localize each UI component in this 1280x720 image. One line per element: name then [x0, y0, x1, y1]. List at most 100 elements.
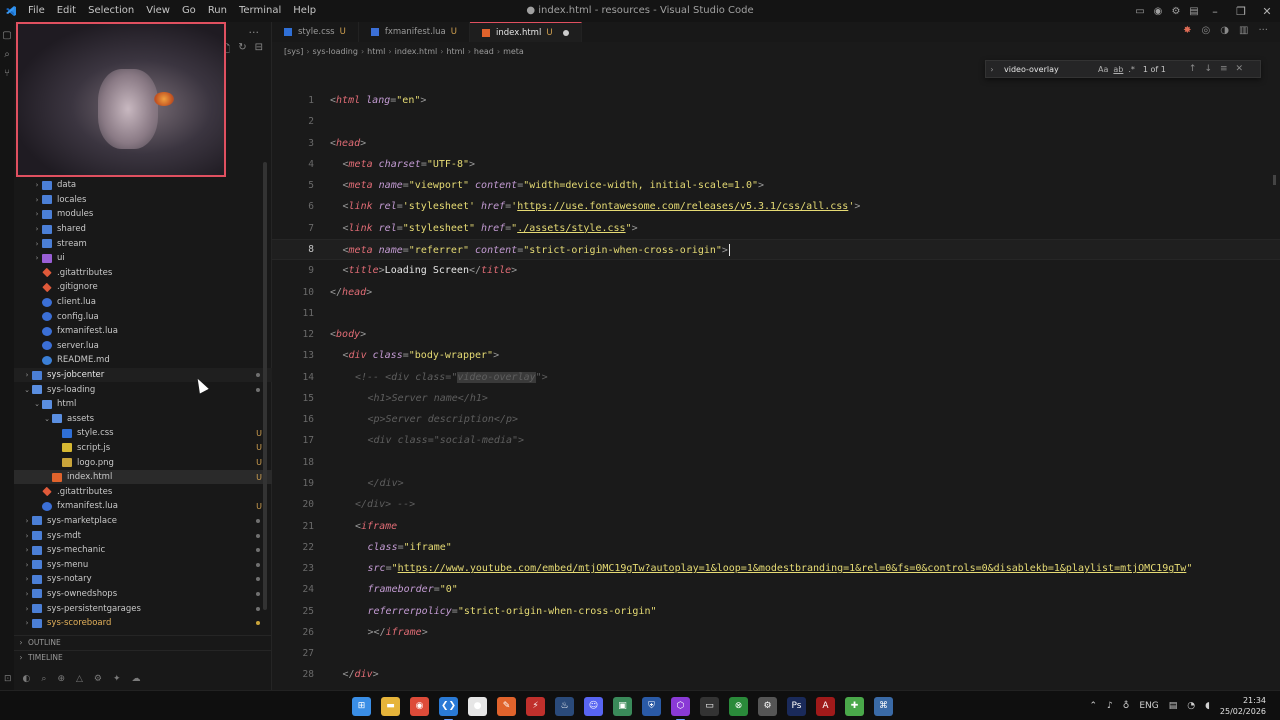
tree-item[interactable]: › locales: [14, 193, 272, 208]
xbox-icon[interactable]: ⊗: [729, 696, 748, 716]
code-line[interactable]: 8 <meta name="referrer" content="strict-o…: [272, 238, 1280, 261]
editor-scroll-indicator[interactable]: [1273, 175, 1276, 185]
remote-icon[interactable]: ⊡: [4, 674, 12, 684]
breadcrumb-item[interactable]: html: [446, 47, 464, 56]
menu-view[interactable]: View: [140, 0, 176, 22]
sidebar-scrollbar[interactable]: [263, 162, 267, 610]
code-line[interactable]: 1 <html lang="en">: [272, 90, 1280, 111]
file-explorer-icon[interactable]: ▬: [381, 696, 400, 716]
tree-item[interactable]: logo.png U: [14, 455, 272, 470]
live-share-icon[interactable]: ◎: [1202, 25, 1211, 36]
breadcrumb-item[interactable]: index.html: [395, 47, 438, 56]
tree-item[interactable]: fxmanifest.lua U: [14, 499, 272, 514]
tree-item[interactable]: .gitattributes: [14, 266, 272, 281]
code-editor[interactable]: 1 <html lang="en"> 2 3 <head> 4 <meta charset=…: [272, 60, 1280, 690]
code-line[interactable]: 28 </div>: [272, 664, 1280, 685]
microphone-icon[interactable]: ♁: [1123, 701, 1130, 711]
windows-start-icon[interactable]: ⊞: [352, 696, 371, 716]
code-line[interactable]: 3 <head>: [272, 133, 1280, 154]
minimize-button[interactable]: –: [1202, 5, 1228, 18]
breadcrumb-item[interactable]: html: [367, 47, 385, 56]
warning-icon[interactable]: △: [76, 674, 83, 684]
collapse-all-icon[interactable]: ⊟: [255, 42, 263, 59]
unsaved-dot-icon[interactable]: [562, 29, 569, 36]
chevron-up-icon[interactable]: ⌃: [1089, 701, 1097, 711]
breadcrumb-item[interactable]: meta: [503, 47, 524, 56]
copilot-sparkle-icon[interactable]: ✸: [1183, 25, 1191, 36]
compare-icon[interactable]: ◑: [1220, 25, 1229, 36]
speaker-icon[interactable]: ◖: [1205, 701, 1210, 711]
terminal-icon[interactable]: ▭: [700, 696, 719, 716]
breadcrumb-item[interactable]: head: [474, 47, 494, 56]
tree-item[interactable]: › modules: [14, 207, 272, 222]
tree-item[interactable]: server.lua: [14, 339, 272, 354]
language-indicator[interactable]: ENG: [1139, 701, 1158, 711]
code-line[interactable]: 13 <div class="body-wrapper">: [272, 345, 1280, 366]
code-line[interactable]: 25 referrerpolicy="strict-origin-when-cro…: [272, 600, 1280, 621]
tree-item[interactable]: README.md: [14, 353, 272, 368]
code-line[interactable]: 21 <iframe: [272, 515, 1280, 536]
code-line[interactable]: 27: [272, 643, 1280, 664]
sync-icon[interactable]: ⚙: [94, 674, 102, 684]
account-icon[interactable]: ◐: [23, 674, 31, 684]
code-line[interactable]: 12 <body>: [272, 324, 1280, 345]
vscode-icon[interactable]: ❮❯: [439, 696, 458, 720]
menu-edit[interactable]: Edit: [51, 0, 82, 22]
code-line[interactable]: 9 <title>Loading Screen</title>: [272, 260, 1280, 281]
code-line[interactable]: 15 <h1>Server name</h1>: [272, 388, 1280, 409]
code-line[interactable]: 16 <p>Server description</p>: [272, 409, 1280, 430]
code-line[interactable]: 5 <meta name="viewport" content="width=de…: [272, 175, 1280, 196]
menu-file[interactable]: File: [22, 0, 51, 22]
tree-item[interactable]: › sys-menu: [14, 557, 272, 572]
app-blue-icon[interactable]: ⛨: [642, 696, 661, 716]
source-control-icon[interactable]: ⑂: [0, 68, 14, 79]
copilot-icon[interactable]: ☁: [132, 674, 141, 684]
volume-icon[interactable]: ♪: [1107, 701, 1113, 711]
code-line[interactable]: 11: [272, 303, 1280, 324]
app-red-icon[interactable]: ⚡: [526, 696, 545, 716]
code-line[interactable]: 4 <meta charset="UTF-8">: [272, 154, 1280, 175]
chrome-icon[interactable]: ◉: [410, 696, 429, 716]
tree-item[interactable]: style.css U: [14, 426, 272, 441]
clock[interactable]: 21:34 25/02/2026: [1220, 695, 1266, 717]
tree-item[interactable]: script.js U: [14, 441, 272, 456]
maximize-button[interactable]: ❐: [1228, 5, 1254, 18]
tree-item[interactable]: config.lua: [14, 309, 272, 324]
tab-fxmanifest-lua[interactable]: fxmanifest.lua U: [359, 22, 470, 42]
app-chat-icon[interactable]: ⌘: [874, 696, 893, 716]
match-case-toggle[interactable]: Aa: [1098, 65, 1108, 74]
code-line[interactable]: 7 <link rel="stylesheet" href="./assets/s…: [272, 218, 1280, 239]
menu-selection[interactable]: Selection: [82, 0, 140, 22]
app-white-icon[interactable]: ●: [468, 696, 487, 716]
discord-icon[interactable]: ☺: [584, 696, 603, 716]
tree-item[interactable]: › sys-notary: [14, 572, 272, 587]
close-find-icon[interactable]: ✕: [1236, 64, 1244, 74]
code-line[interactable]: 26 ></iframe>: [272, 622, 1280, 643]
split-editor-icon[interactable]: ▥: [1239, 25, 1248, 36]
tree-item[interactable]: › stream: [14, 236, 272, 251]
code-line[interactable]: 23 src="https://www.youtube.com/embed/mtj…: [272, 558, 1280, 579]
tab-index-html[interactable]: index.html U: [470, 22, 582, 42]
code-line[interactable]: 20 </div> -->: [272, 494, 1280, 515]
app-adobe-icon[interactable]: A: [816, 696, 835, 716]
settings-icon[interactable]: ✦: [113, 674, 121, 684]
tree-item[interactable]: client.lua: [14, 295, 272, 310]
code-line[interactable]: 22 class="iframe": [272, 537, 1280, 558]
tree-item[interactable]: › sys-jobcenter: [14, 367, 272, 383]
tree-item[interactable]: › sys-persistentgarages: [14, 601, 272, 616]
tree-item[interactable]: fxmanifest.lua: [14, 324, 272, 339]
tree-item[interactable]: › sys-ownedshops: [14, 587, 272, 602]
tree-item[interactable]: ⌄ assets: [14, 412, 272, 427]
breadcrumb-item[interactable]: sys-loading: [313, 47, 358, 56]
tree-item[interactable]: › shared: [14, 222, 272, 237]
tree-item[interactable]: › data: [14, 178, 272, 193]
menu-terminal[interactable]: Terminal: [233, 0, 287, 22]
code-line[interactable]: 2: [272, 111, 1280, 132]
code-line[interactable]: 18: [272, 452, 1280, 473]
tree-item[interactable]: › sys-mdt: [14, 528, 272, 543]
next-match-icon[interactable]: ↓: [1204, 64, 1212, 74]
app-grey-icon[interactable]: ⚙: [758, 696, 777, 716]
toggle-replace-icon[interactable]: ›: [986, 65, 998, 74]
explorer-icon[interactable]: ▢: [0, 30, 14, 41]
timeline-section[interactable]: › TIMELINE: [14, 650, 272, 664]
